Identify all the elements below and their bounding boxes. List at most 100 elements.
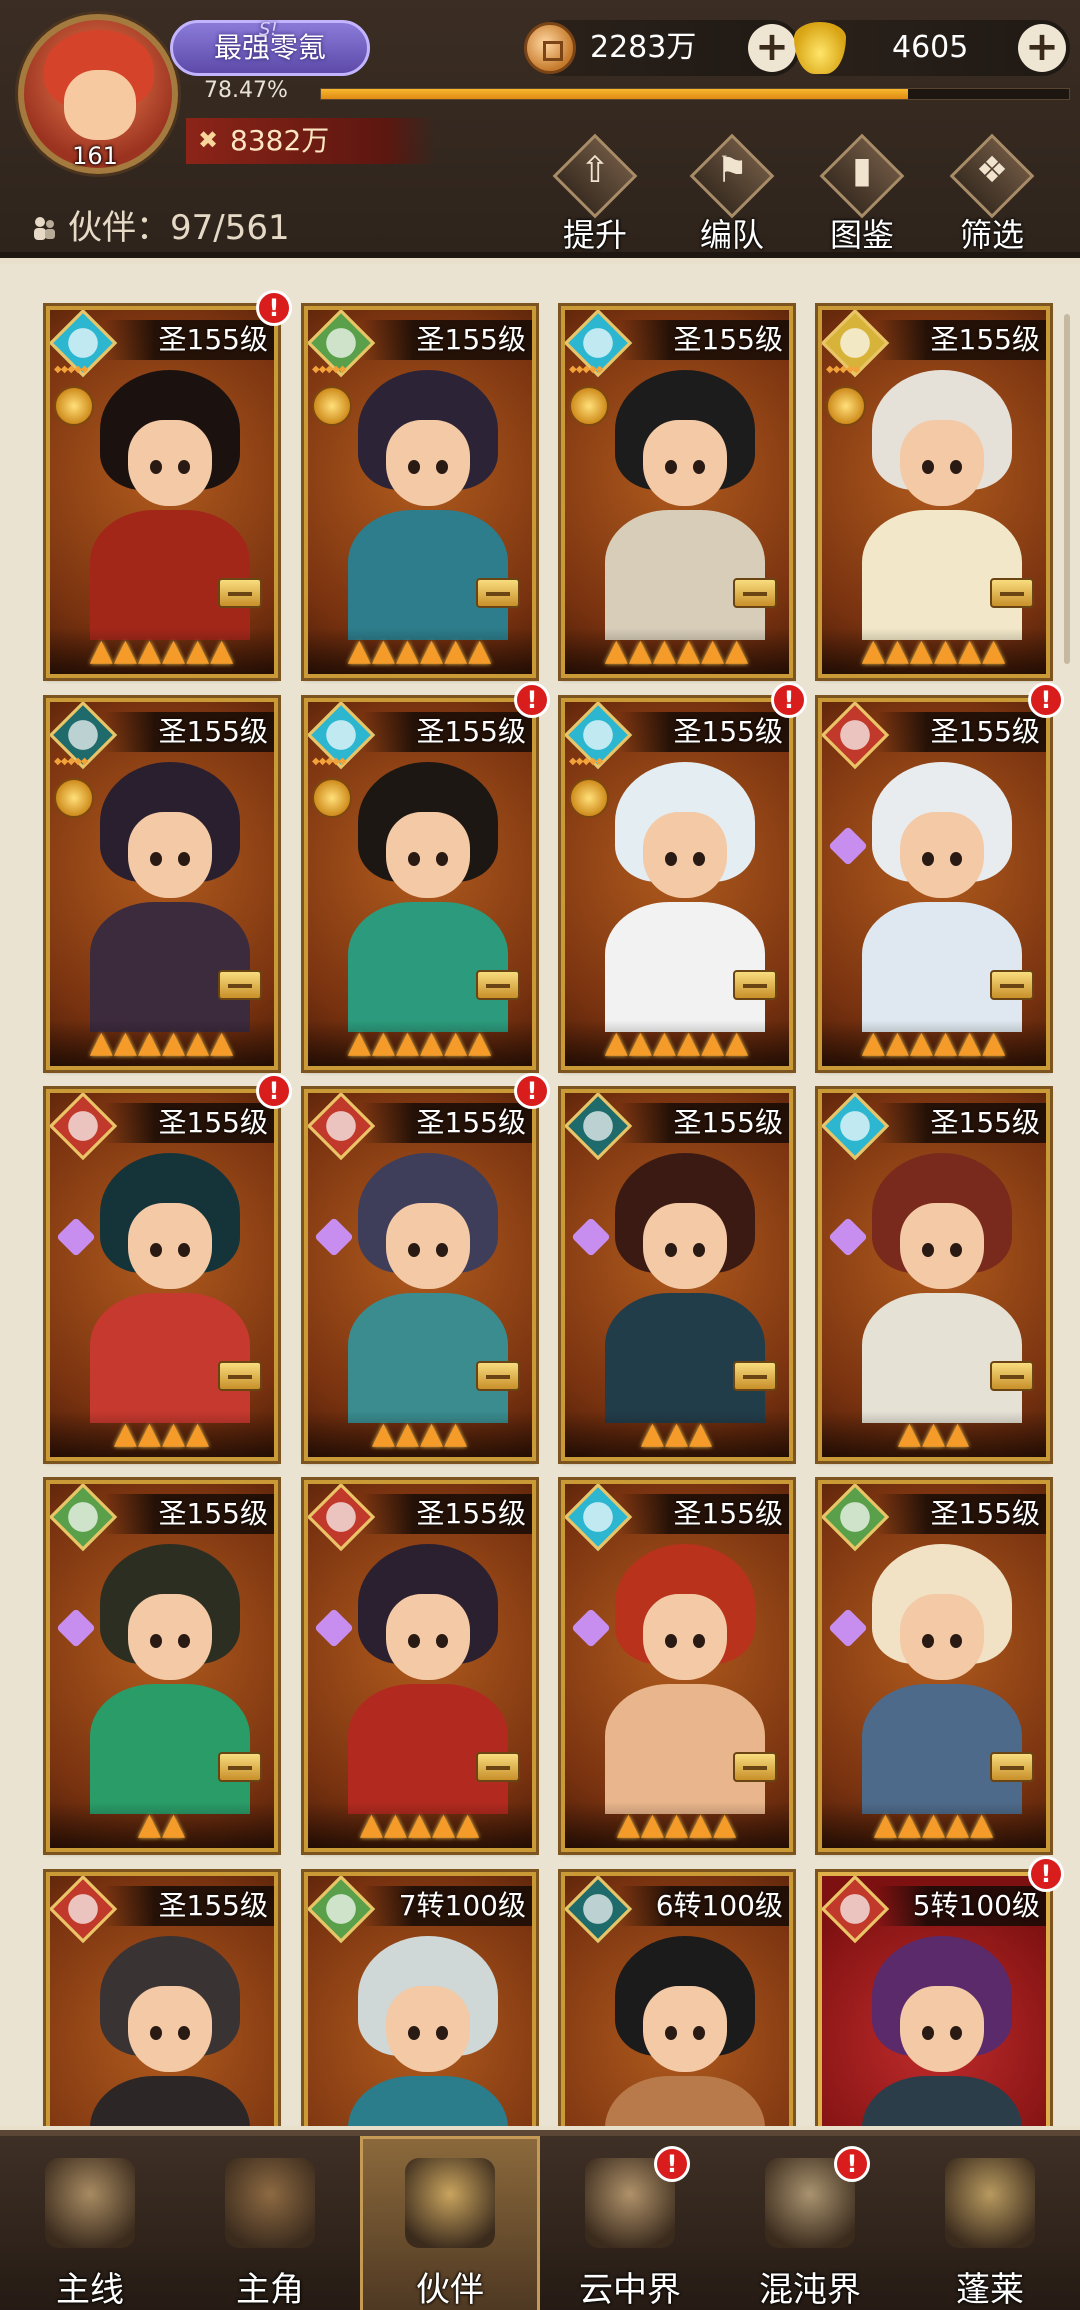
partner-count-label: 伙伴： xyxy=(68,208,170,248)
hero-card[interactable]: 6转100级 xyxy=(561,1872,793,2126)
partners-icon xyxy=(405,2158,495,2248)
hero-face xyxy=(386,1203,470,1289)
nav-label: 主角 xyxy=(236,2270,304,2310)
flag-icon: ⚑ xyxy=(715,150,749,191)
exp-bar-fill xyxy=(321,89,908,99)
hero-card[interactable]: 圣155级 ▲▲▲ xyxy=(561,1089,793,1461)
gold-value: 4605 xyxy=(892,30,969,65)
hero-card[interactable]: 圣155级 xyxy=(46,1872,278,2126)
hero-portrait xyxy=(338,1926,513,2126)
hero-card[interactable]: 圣155级 ◆◆◆◆◆ ▲▲▲▲▲▲ xyxy=(561,698,793,1070)
element-symbol xyxy=(577,714,619,756)
element-symbol xyxy=(577,1888,619,1930)
hero-outfit xyxy=(862,1684,1022,1814)
element-symbol xyxy=(320,322,362,364)
hero-card[interactable]: 圣155级 ▲▲ xyxy=(46,1480,278,1852)
hero-card[interactable]: 圣155级 ◆◆◆◆◆ ▲▲▲▲▲▲ xyxy=(818,306,1050,678)
hero-face xyxy=(128,812,212,898)
hero-face xyxy=(900,1594,984,1680)
hero-card[interactable]: 圣155级 ▲▲▲▲ xyxy=(46,1089,278,1461)
hero-card[interactable]: 圣155级 ▲▲▲ xyxy=(818,1089,1050,1461)
add-gold-button[interactable]: + xyxy=(1018,24,1066,72)
formation-button[interactable]: ⚑ 编队 xyxy=(682,133,782,254)
hero-level: 圣155级 xyxy=(930,1497,1040,1530)
hero-face xyxy=(386,812,470,898)
partner-grid[interactable]: 圣155级 ◆◆◆◆◆ ▲▲▲▲▲▲! 圣155级 ◆◆◆◆◆ ▲▲▲▲▲▲ 圣155级 ◆◆… xyxy=(0,264,1080,2126)
hero-card[interactable]: 圣155级 ◆◆◆◆◆ ▲▲▲▲▲▲ xyxy=(561,306,793,678)
hero-outfit xyxy=(90,902,250,1032)
nav-penglai[interactable]: 蓬莱 xyxy=(900,2136,1080,2310)
rank-medal-icon xyxy=(569,386,609,426)
flame-rank: ▲▲▲▲▲▲ xyxy=(822,628,1046,674)
penglai-icon xyxy=(945,2158,1035,2248)
hero-card[interactable]: 圣155级 ▲▲▲▲▲ xyxy=(304,1480,536,1852)
rank-diamonds: ◆◆◆◆◆ xyxy=(312,364,346,375)
hero-eye xyxy=(950,1634,962,1648)
copper-currency: 2283万 + xyxy=(524,20,800,76)
scrollbar[interactable] xyxy=(1064,314,1070,664)
hero-outfit xyxy=(605,902,765,1032)
player-name-badge[interactable]: S! 最强零氪 xyxy=(170,19,370,76)
hero-level: 圣155级 xyxy=(930,1106,1040,1139)
hero-eye xyxy=(408,852,420,866)
hero-eye xyxy=(436,852,448,866)
codex-label: 图鉴 xyxy=(829,216,894,254)
hero-level: 圣155级 xyxy=(416,323,526,356)
hero-card[interactable]: 圣155级 ▲▲▲▲▲ xyxy=(818,1480,1050,1852)
alert-badge: ! xyxy=(514,1073,550,1109)
hero-eye xyxy=(693,852,705,866)
equipment-badge-icon xyxy=(476,970,520,1000)
add-copper-button[interactable]: + xyxy=(748,24,796,72)
codex-button[interactable]: ▮ 图鉴 xyxy=(812,133,912,254)
hero-eye xyxy=(950,2026,962,2040)
hero-card[interactable]: 圣155级 ◆◆◆◆◆ ▲▲▲▲▲▲ xyxy=(304,306,536,678)
element-symbol xyxy=(320,714,362,756)
hero-face xyxy=(900,1203,984,1289)
flame-rank: ▲▲▲▲▲ xyxy=(565,1802,789,1848)
alert-badge: ! xyxy=(1028,682,1064,718)
filter-label: 筛选 xyxy=(959,216,1024,254)
hero-eye xyxy=(950,460,962,474)
hero-eye xyxy=(665,852,677,866)
hero-level: 7转100级 xyxy=(398,1889,526,1922)
equipment-badge-icon xyxy=(733,1361,777,1391)
hero-level: 圣155级 xyxy=(158,715,268,748)
hero-eye xyxy=(436,1243,448,1257)
filter-icon: ❖ xyxy=(975,150,1009,191)
hero-card[interactable]: 圣155级 ▲▲▲▲▲ xyxy=(561,1480,793,1852)
hero-card[interactable]: 5转100级 xyxy=(818,1872,1050,2126)
upgrade-button[interactable]: ⇧ 提升 xyxy=(545,133,645,254)
hero-face xyxy=(128,1203,212,1289)
flame-rank: ▲▲▲▲▲▲ xyxy=(50,1020,274,1066)
filter-button[interactable]: ❖ 筛选 xyxy=(942,133,1042,254)
hero-eye xyxy=(150,2026,162,2040)
flame-rank: ▲▲▲ xyxy=(822,1411,1046,1457)
equipment-badge-icon xyxy=(218,1752,262,1782)
nav-cloud-realm[interactable]: 云中界! xyxy=(540,2136,720,2310)
equipment-badge-icon xyxy=(733,970,777,1000)
hero-card[interactable]: 7转100级 xyxy=(304,1872,536,2126)
equipment-badge-icon xyxy=(218,1361,262,1391)
partner-count: 伙伴：97/561 xyxy=(30,200,290,249)
hero-face xyxy=(900,1986,984,2072)
hero-card[interactable]: 圣155级 ◆◆◆◆◆ ▲▲▲▲▲▲ xyxy=(46,698,278,1070)
equipment-badge-icon xyxy=(990,1752,1034,1782)
nav-main-quest[interactable]: 主线 xyxy=(0,2136,180,2310)
hero-face xyxy=(386,1594,470,1680)
hero-card[interactable]: 圣155级 ▲▲▲▲▲▲ xyxy=(818,698,1050,1070)
main-quest-icon xyxy=(45,2158,135,2248)
hero-card[interactable]: 圣155级 ◆◆◆◆◆ ▲▲▲▲▲▲ xyxy=(304,698,536,1070)
hero-outfit xyxy=(90,2076,250,2126)
hero-outfit xyxy=(348,2076,508,2126)
hero-outfit xyxy=(862,1293,1022,1423)
nav-chaos-realm[interactable]: 混沌界! xyxy=(720,2136,900,2310)
hero-eye xyxy=(178,852,190,866)
hero-icon xyxy=(225,2158,315,2248)
hero-eye xyxy=(436,1634,448,1648)
hero-card[interactable]: 圣155级 ▲▲▲▲ xyxy=(304,1089,536,1461)
hero-card[interactable]: 圣155级 ◆◆◆◆◆ ▲▲▲▲▲▲ xyxy=(46,306,278,678)
nav-partners[interactable]: 伙伴 xyxy=(360,2136,540,2310)
element-symbol xyxy=(834,322,876,364)
nav-hero[interactable]: 主角 xyxy=(180,2136,360,2310)
rank-medal-icon xyxy=(312,778,352,818)
